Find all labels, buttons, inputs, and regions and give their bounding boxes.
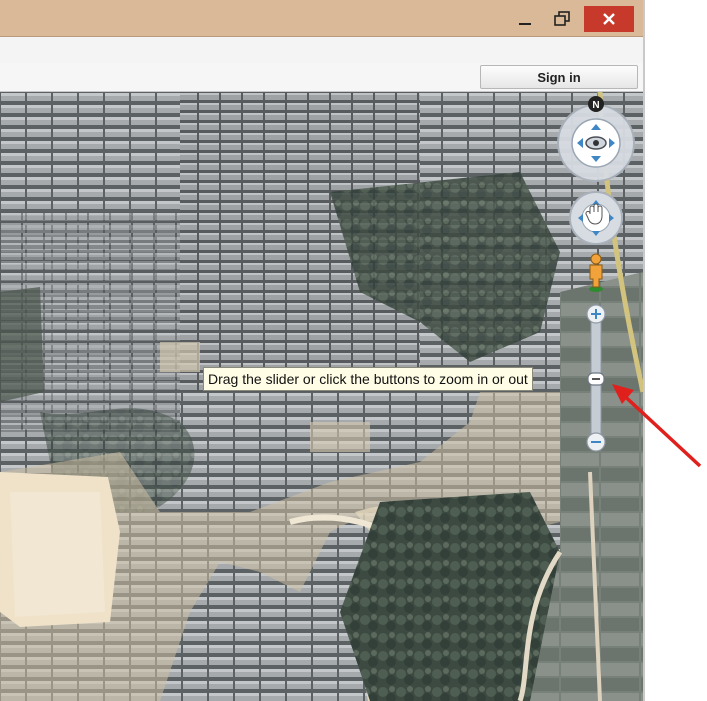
title-bar	[0, 0, 643, 36]
satellite-map[interactable]: N Drag the slider or click the buttons t…	[0, 92, 643, 701]
application-window: Sign in N Drag the slider or click the b…	[0, 0, 643, 701]
window-right-border	[643, 0, 645, 701]
maximize-button[interactable]	[545, 6, 579, 32]
zoom-tooltip: Drag the slider or click the buttons to …	[203, 367, 533, 391]
minimize-button[interactable]	[508, 6, 542, 32]
eye-icon[interactable]	[585, 136, 607, 150]
zoom-in-icon[interactable]	[586, 304, 606, 324]
close-button[interactable]	[584, 6, 634, 32]
close-icon	[603, 13, 615, 25]
toolbar: Sign in	[0, 63, 643, 92]
maximize-icon	[554, 11, 570, 26]
sign-in-button[interactable]: Sign in	[480, 65, 638, 89]
compass-north-label: N	[592, 100, 599, 111]
menu-bar	[0, 36, 643, 64]
hand-icon[interactable]	[569, 191, 623, 245]
red-arrow-icon	[612, 384, 702, 468]
minimize-icon	[519, 23, 531, 25]
satellite-imagery	[0, 92, 643, 701]
pegman-icon[interactable]	[589, 253, 603, 292]
